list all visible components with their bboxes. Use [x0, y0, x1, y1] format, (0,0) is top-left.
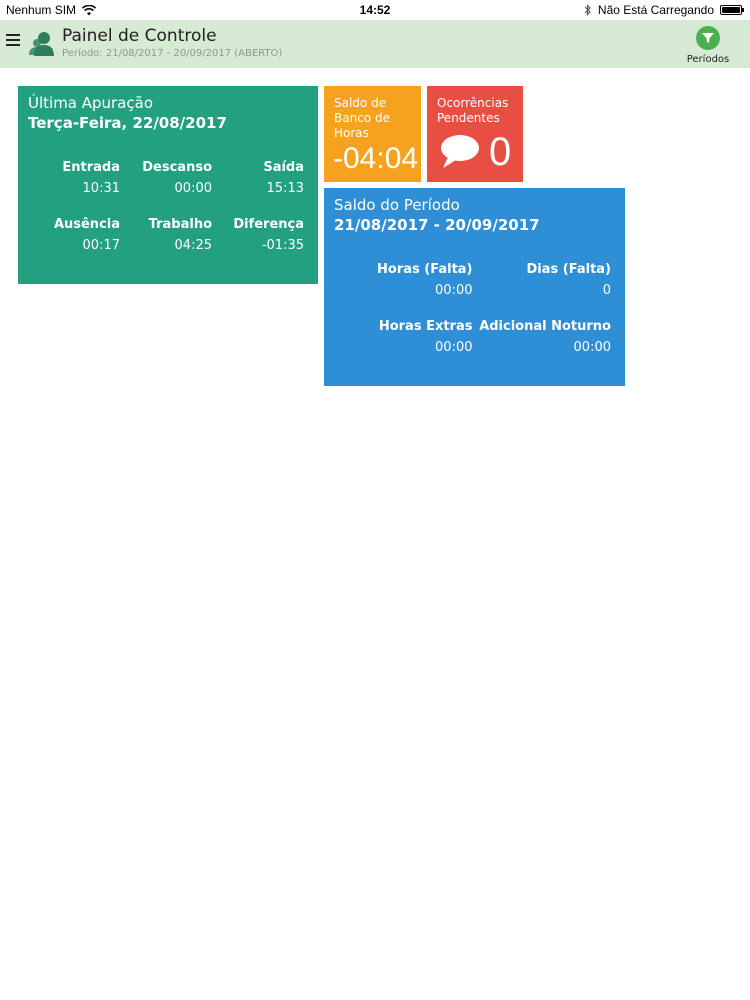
work-cell: Trabalho 04:25 — [120, 217, 212, 253]
last-tally-row-1: Entrada 10:31 Descanso 00:00 Saída 15:13 — [28, 160, 304, 196]
absence-cell: Ausência 00:17 — [28, 217, 120, 253]
status-bar: Nenhum SIM 14:52 Não Está Carregando — [0, 0, 750, 20]
period-balance-tile[interactable]: Saldo do Período 21/08/2017 - 20/09/2017… — [324, 188, 625, 386]
entry-cell: Entrada 10:31 — [28, 160, 120, 196]
last-tally-date: Terça-Feira, 22/08/2017 — [28, 114, 227, 132]
charging-status: Não Está Carregando — [597, 3, 714, 17]
rest-label: Descanso — [142, 160, 212, 175]
last-tally-heading: Última Apuração — [28, 94, 154, 112]
night-bonus-value: 00:00 — [573, 340, 611, 355]
overtime-value: 00:00 — [435, 340, 473, 355]
night-bonus-cell: Adicional Noturno 00:00 — [473, 319, 611, 355]
missing-days-label: Dias (Falta) — [526, 262, 612, 277]
bluetooth-icon — [584, 4, 591, 16]
hamburger-menu-icon[interactable] — [6, 34, 20, 48]
overtime-label: Horas Extras — [378, 319, 473, 334]
pending-heading: Ocorrências Pendentes — [437, 96, 508, 126]
hour-bank-heading-line-2: Banco de — [334, 111, 390, 125]
pending-occurrences-tile[interactable]: Ocorrências Pendentes 0 — [427, 86, 523, 182]
difference-cell: Diferença -01:35 — [212, 217, 304, 253]
speech-bubble-icon — [441, 135, 479, 168]
exit-label: Saída — [263, 160, 304, 175]
periods-button[interactable]: Períodos — [684, 26, 732, 65]
rest-value: 00:00 — [174, 181, 212, 196]
missing-days-value: 0 — [602, 283, 611, 298]
hour-bank-tile[interactable]: Saldo de Banco de Horas -04:04 — [324, 86, 421, 182]
app-header: Painel de Controle Período: 21/08/2017 -… — [0, 20, 750, 68]
entry-value: 10:31 — [82, 181, 120, 196]
hour-bank-value: -04:04 — [333, 142, 419, 175]
hour-bank-heading: Saldo de Banco de Horas — [334, 96, 390, 141]
missing-hours-cell: Horas (Falta) 00:00 — [334, 262, 473, 298]
difference-value: -01:35 — [261, 238, 304, 253]
page-title: Painel de Controle — [62, 26, 217, 46]
period-balance-range: 21/08/2017 - 20/09/2017 — [334, 216, 540, 234]
hour-bank-heading-line-3: Horas — [334, 126, 369, 140]
work-label: Trabalho — [148, 217, 212, 232]
period-subtitle: Período: 21/08/2017 - 20/09/2017 (ABERTO… — [62, 48, 283, 59]
exit-value: 15:13 — [266, 181, 304, 196]
entry-label: Entrada — [62, 160, 120, 175]
pending-heading-line-2: Pendentes — [437, 111, 500, 125]
pending-count: 0 — [489, 130, 512, 174]
overtime-cell: Horas Extras 00:00 — [334, 319, 473, 355]
user-avatar-icon — [29, 32, 54, 56]
periods-button-label: Períodos — [686, 54, 730, 65]
exit-cell: Saída 15:13 — [212, 160, 304, 196]
period-balance-row-1: Horas (Falta) 00:00 Dias (Falta) 0 — [334, 262, 611, 298]
period-balance-row-2: Horas Extras 00:00 Adicional Noturno 00:… — [334, 319, 611, 355]
last-tally-row-2: Ausência 00:17 Trabalho 04:25 Diferença … — [28, 217, 304, 253]
missing-hours-value: 00:00 — [435, 283, 473, 298]
pending-heading-line-1: Ocorrências — [437, 96, 509, 110]
hour-bank-heading-line-1: Saldo de — [334, 96, 387, 110]
absence-label: Ausência — [53, 217, 120, 232]
status-right: Não Está Carregando — [584, 3, 744, 17]
filter-icon — [696, 26, 720, 50]
rest-cell: Descanso 00:00 — [120, 160, 212, 196]
last-tally-tile[interactable]: Última Apuração Terça-Feira, 22/08/2017 … — [18, 86, 318, 284]
battery-icon — [720, 5, 744, 15]
period-balance-heading: Saldo do Período — [334, 196, 460, 214]
absence-value: 00:17 — [82, 238, 120, 253]
missing-hours-label: Horas (Falta) — [377, 262, 473, 277]
missing-days-cell: Dias (Falta) 0 — [473, 262, 612, 298]
work-value: 04:25 — [174, 238, 212, 253]
difference-label: Diferença — [233, 217, 304, 232]
night-bonus-label: Adicional Noturno — [479, 319, 611, 334]
